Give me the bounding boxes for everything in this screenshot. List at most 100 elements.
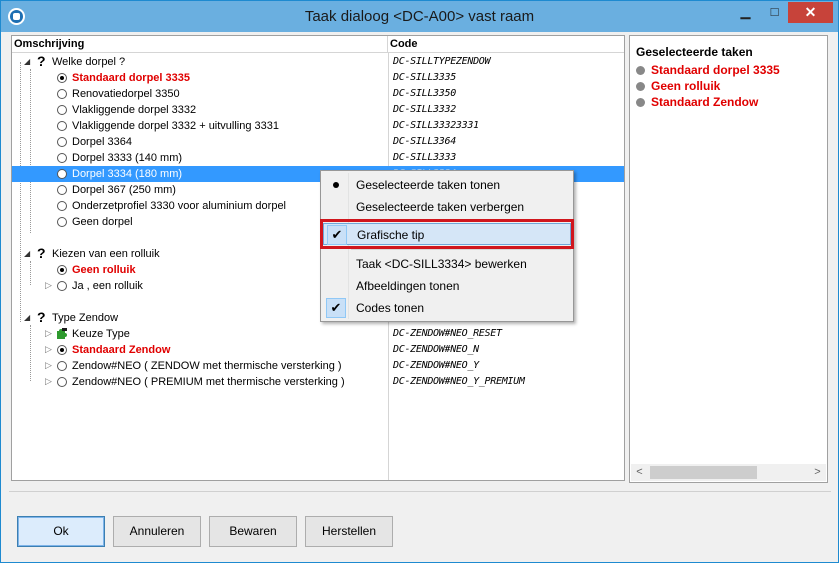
selected-task-item[interactable]: Geen rolluik bbox=[636, 78, 720, 94]
menu-item-hide-selected[interactable]: Geselecteerde taken verbergen bbox=[323, 196, 571, 218]
tree-item[interactable]: ▷ Zendow#NEO ( PREMIUM met thermische ve… bbox=[12, 374, 624, 390]
divider bbox=[9, 491, 831, 492]
question-icon: ? bbox=[37, 245, 46, 261]
selected-task-item[interactable]: Standaard Zendow bbox=[636, 94, 758, 110]
tree-item[interactable]: Dorpel 3364 DC-SILL3364 bbox=[12, 134, 624, 150]
tree-item[interactable]: ▷ Standaard Zendow DC-ZENDOW#NEO_N bbox=[12, 342, 624, 358]
radio-icon[interactable] bbox=[57, 201, 67, 211]
menu-item-show-selected[interactable]: Geselecteerde taken tonen bbox=[323, 174, 571, 196]
scroll-thumb[interactable] bbox=[650, 466, 757, 479]
tree-item-label: Dorpel 367 (250 mm) bbox=[72, 184, 176, 196]
menu-item-edit-task[interactable]: Taak <DC-SILL3334> bewerken bbox=[323, 253, 571, 275]
expand-icon[interactable]: ▷ bbox=[45, 281, 52, 290]
title-bar[interactable]: Taak dialoog <DC-A00> vast raam ▁ □ ✕ bbox=[1, 1, 838, 32]
collapse-icon[interactable]: ◢ bbox=[24, 250, 30, 258]
tree-code: DC-SILL3350 bbox=[393, 88, 456, 99]
column-header-description[interactable]: Omschrijving bbox=[12, 36, 388, 53]
tree-item[interactable]: Vlakliggende dorpel 3332 + uitvulling 33… bbox=[12, 118, 624, 134]
scroll-right-icon[interactable]: > bbox=[809, 464, 826, 481]
collapse-icon[interactable]: ◢ bbox=[24, 58, 30, 66]
window-title: Taak dialoog <DC-A00> vast raam bbox=[304, 8, 535, 25]
cancel-button[interactable]: Annuleren bbox=[113, 516, 201, 547]
menu-item-show-codes[interactable]: ✔ Codes tonen bbox=[323, 297, 571, 319]
save-button[interactable]: Bewaren bbox=[209, 516, 297, 547]
expand-icon[interactable]: ▷ bbox=[45, 345, 52, 354]
tree-group-label: Welke dorpel ? bbox=[52, 56, 126, 68]
radio-icon[interactable] bbox=[57, 345, 67, 355]
radio-bullet-icon bbox=[333, 182, 339, 188]
dialog-window: Taak dialoog <DC-A00> vast raam ▁ □ ✕ Om… bbox=[0, 0, 839, 563]
menu-item-show-images[interactable]: Afbeeldingen tonen bbox=[323, 275, 571, 297]
radio-icon[interactable] bbox=[57, 73, 67, 83]
tree-item-label: Geen rolluik bbox=[72, 264, 136, 276]
tree-group-label: Type Zendow bbox=[52, 312, 119, 324]
expand-icon[interactable]: ▷ bbox=[45, 377, 52, 386]
tree-code: DC-SILL3364 bbox=[393, 136, 456, 147]
tree-code: DC-SILL3335 bbox=[393, 72, 456, 83]
menu-item-label: Afbeeldingen tonen bbox=[356, 279, 460, 293]
radio-icon[interactable] bbox=[57, 281, 67, 291]
tree-item[interactable]: ▷ Zendow#NEO ( ZENDOW met thermische ver… bbox=[12, 358, 624, 374]
tree-code: DC-ZENDOW#NEO_Y bbox=[393, 360, 479, 371]
ok-button[interactable]: Ok bbox=[17, 516, 105, 547]
radio-icon[interactable] bbox=[57, 361, 67, 371]
radio-icon[interactable] bbox=[57, 217, 67, 227]
bullet-icon bbox=[636, 98, 645, 107]
tree-code: DC-SILL33323331 bbox=[393, 120, 479, 131]
tree-item[interactable]: Vlakliggende dorpel 3332 DC-SILL3332 bbox=[12, 102, 624, 118]
radio-icon[interactable] bbox=[57, 185, 67, 195]
menu-item-label: Geselecteerde taken verbergen bbox=[356, 200, 525, 214]
question-icon: ? bbox=[37, 53, 46, 69]
tree-item-label: Vlakliggende dorpel 3332 bbox=[72, 104, 197, 116]
expand-icon[interactable]: ▷ bbox=[45, 329, 52, 338]
tree-item[interactable]: Renovatiedorpel 3350 DC-SILL3350 bbox=[12, 86, 624, 102]
radio-icon[interactable] bbox=[57, 153, 67, 163]
radio-icon[interactable] bbox=[57, 169, 67, 179]
tree-item-label: Ja , een rolluik bbox=[72, 280, 143, 292]
collapse-icon[interactable]: ◢ bbox=[24, 314, 30, 322]
tree-code: DC-ZENDOW#NEO_Y_PREMIUM bbox=[393, 376, 525, 387]
selected-tasks-panel[interactable]: Geselecteerde taken Standaard dorpel 333… bbox=[629, 35, 828, 483]
restore-button[interactable]: Herstellen bbox=[305, 516, 393, 547]
tree-item-label: Renovatiedorpel 3350 bbox=[72, 88, 180, 100]
radio-icon[interactable] bbox=[57, 105, 67, 115]
selected-task-label: Standaard dorpel 3335 bbox=[651, 63, 780, 77]
menu-item-label: Geselecteerde taken tonen bbox=[356, 178, 501, 192]
tree-item-label: Keuze Type bbox=[72, 328, 130, 340]
tree-code: DC-ZENDOW#NEO_RESET bbox=[393, 328, 502, 339]
tree-item-label: Dorpel 3334 (180 mm) bbox=[72, 168, 183, 180]
horizontal-scrollbar[interactable]: < > bbox=[631, 464, 826, 481]
tree-item-label: Onderzetprofiel 3330 voor aluminium dorp… bbox=[72, 200, 287, 212]
menu-separator bbox=[351, 249, 571, 250]
radio-icon[interactable] bbox=[57, 121, 67, 131]
radio-icon[interactable] bbox=[57, 137, 67, 147]
tree-item[interactable]: ▷ Keuze Type DC-ZENDOW#NEO_RESET bbox=[12, 326, 624, 342]
minimize-button[interactable]: ▁ bbox=[732, 2, 759, 23]
tree-item-label: Geen dorpel bbox=[72, 216, 133, 228]
tree-code: DC-SILLTYPEZENDOW bbox=[393, 56, 491, 67]
tree-item-label: Vlakliggende dorpel 3332 + uitvulling 33… bbox=[72, 120, 280, 132]
tree-item-label: Dorpel 3364 bbox=[72, 136, 132, 148]
scroll-left-icon[interactable]: < bbox=[631, 464, 648, 481]
tree-code: DC-SILL3333 bbox=[393, 152, 456, 163]
selected-task-label: Geen rolluik bbox=[651, 79, 721, 93]
column-header-code[interactable]: Code bbox=[388, 36, 624, 53]
maximize-button[interactable]: □ bbox=[761, 2, 788, 23]
check-icon: ✔ bbox=[326, 298, 346, 318]
close-button[interactable]: ✕ bbox=[788, 2, 833, 23]
expand-icon[interactable]: ▷ bbox=[45, 361, 52, 370]
puzzle-icon bbox=[57, 328, 67, 339]
tree-code: DC-SILL3332 bbox=[393, 104, 456, 115]
radio-icon[interactable] bbox=[57, 89, 67, 99]
tree-item-label: Standaard Zendow bbox=[72, 344, 171, 356]
tree-group-sill[interactable]: ◢ ? Welke dorpel ? DC-SILLTYPEZENDOW bbox=[12, 54, 624, 70]
menu-item-label: Codes tonen bbox=[356, 301, 425, 315]
tree-item[interactable]: Dorpel 3333 (140 mm) DC-SILL3333 bbox=[12, 150, 624, 166]
radio-icon[interactable] bbox=[57, 377, 67, 387]
radio-icon[interactable] bbox=[57, 265, 67, 275]
selected-task-item[interactable]: Standaard dorpel 3335 bbox=[636, 62, 780, 78]
tree-item[interactable]: Standaard dorpel 3335 DC-SILL3335 bbox=[12, 70, 624, 86]
bullet-icon bbox=[636, 82, 645, 91]
highlight-frame bbox=[320, 219, 574, 249]
tree-item-label: Zendow#NEO ( PREMIUM met thermische vers… bbox=[72, 376, 345, 388]
